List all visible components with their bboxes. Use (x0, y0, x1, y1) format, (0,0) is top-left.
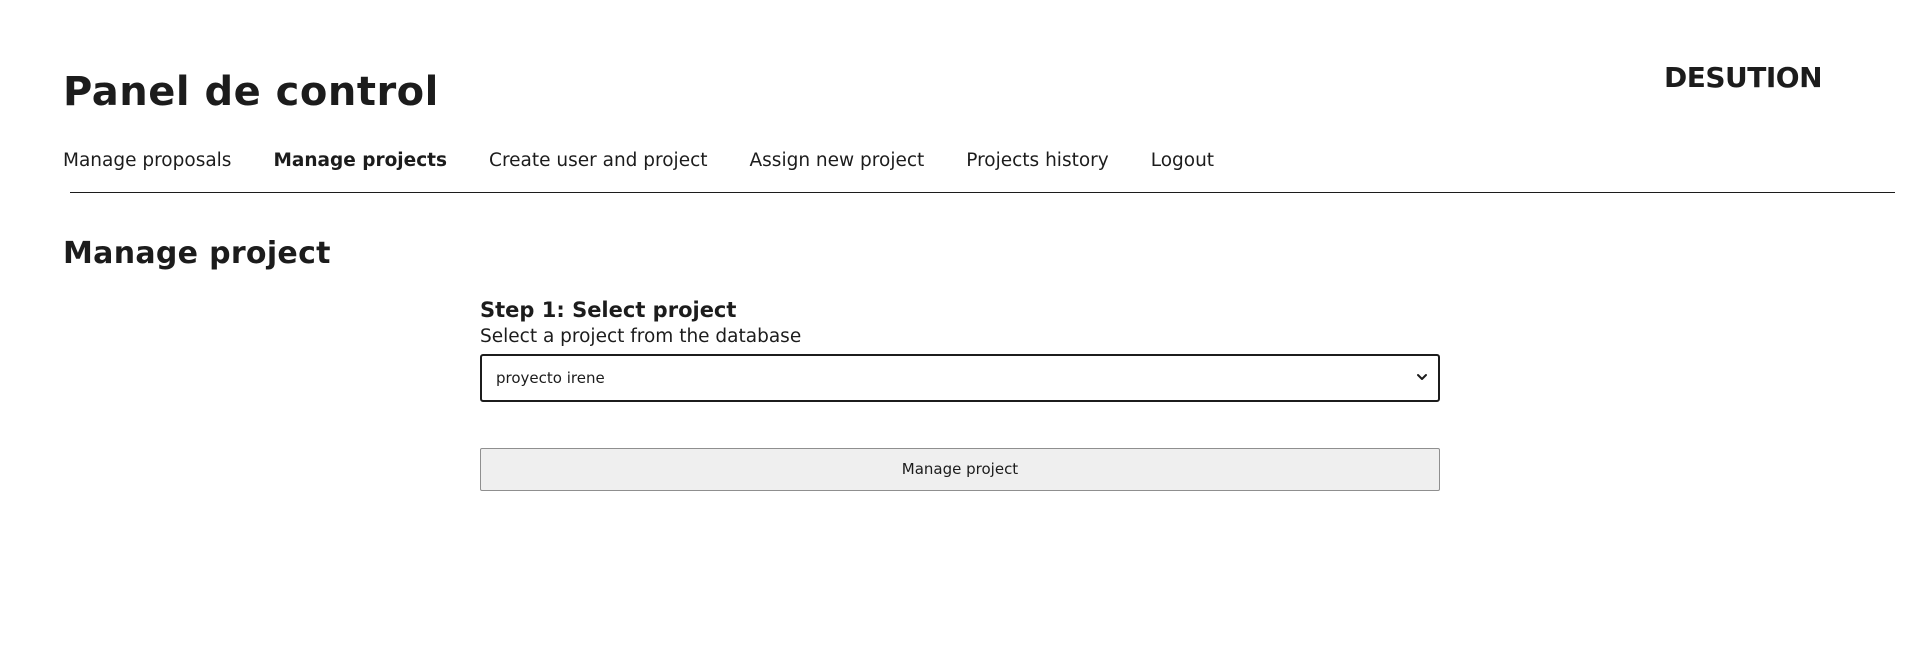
project-select[interactable]: proyecto irene (480, 354, 1440, 402)
section-title: Manage project (63, 236, 331, 271)
nav-item-projects-history[interactable]: Projects history (966, 148, 1108, 174)
nav-divider (70, 192, 1895, 193)
brand-logo[interactable]: DESUTION (1664, 60, 1823, 96)
project-select-value: proyecto irene (496, 369, 605, 387)
nav-item-manage-projects[interactable]: Manage projects (273, 148, 447, 174)
page: Panel de control DESUTION Manage proposa… (0, 0, 1920, 670)
page-title: Panel de control (63, 69, 439, 115)
nav-item-manage-proposals[interactable]: Manage proposals (63, 148, 231, 174)
nav-item-create-user-and-project[interactable]: Create user and project (489, 148, 707, 174)
nav-item-logout[interactable]: Logout (1151, 148, 1214, 174)
main-nav: Manage proposals Manage projects Create … (63, 148, 1256, 174)
nav-item-assign-new-project[interactable]: Assign new project (750, 148, 925, 174)
step-title: Step 1: Select project (480, 298, 737, 322)
step-select-project: Step 1: Select project Select a project … (480, 296, 1440, 491)
manage-project-button[interactable]: Manage project (480, 448, 1440, 491)
chevron-down-icon (1417, 374, 1427, 380)
step-description: Select a project from the database (480, 326, 802, 347)
